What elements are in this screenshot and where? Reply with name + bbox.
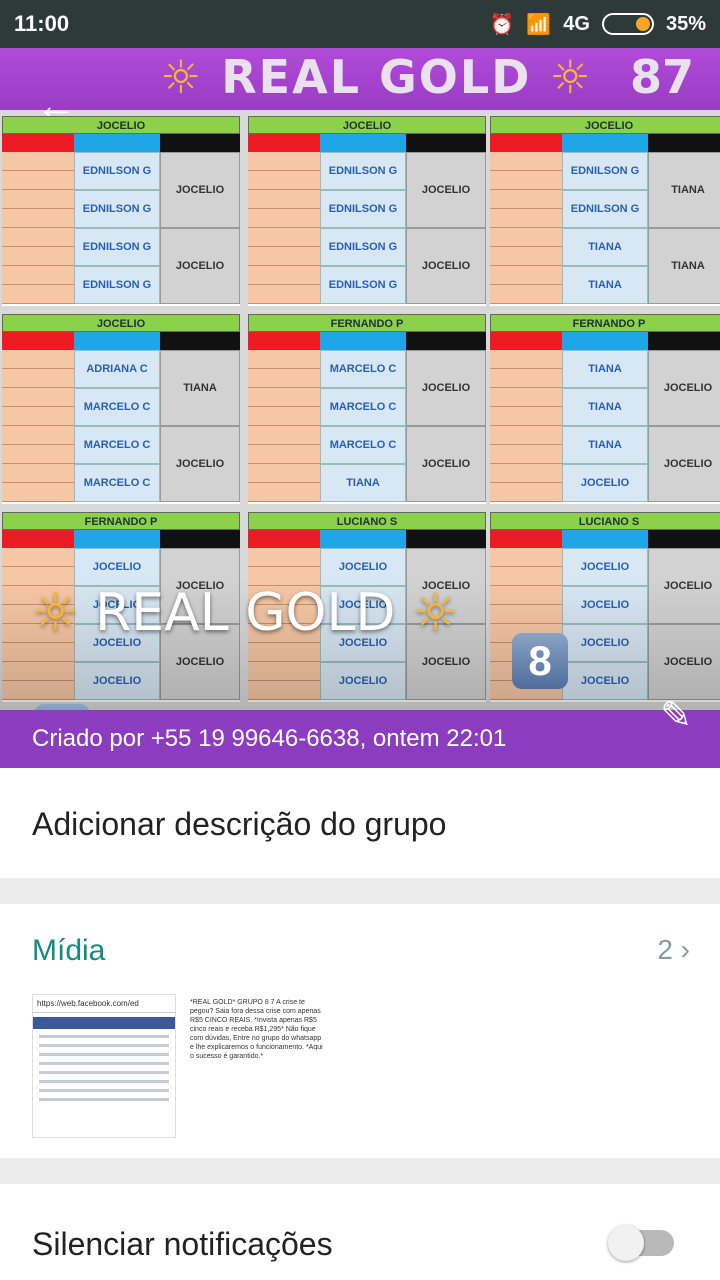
group-photo[interactable]: ☼ REAL GOLD ☼ 87 ← JOCELIO EDNILSON G EDNI… xyxy=(0,48,720,768)
mute-notifications-label: Silenciar notificações xyxy=(32,1226,333,1262)
block-cell: EDNILSON G xyxy=(74,152,160,190)
block-name: TIANA xyxy=(648,152,720,228)
block-cell: EDNILSON G xyxy=(74,266,160,304)
media-count[interactable]: 2 › xyxy=(657,934,690,966)
wifi-icon: 📶 xyxy=(526,13,552,36)
block-cell: MARCELO C xyxy=(320,426,406,464)
keycap-8-icon: 8 xyxy=(512,633,568,689)
block-name: JOCELIO xyxy=(648,350,720,426)
status-icons: ⏰ 📶 4G 35% xyxy=(489,12,706,37)
block-name: TIANA xyxy=(648,228,720,304)
block-header: JOCELIO xyxy=(490,116,720,134)
block-cell: EDNILSON G xyxy=(320,152,406,190)
schedule-block: JOCELIO EDNILSON G EDNILSON G EDNILSON G EDN… xyxy=(248,116,486,306)
media-thumbnail[interactable]: *REAL GOLD* GRUPO 8 7 A crise te pegou? … xyxy=(186,994,330,1138)
block-cell: JOCELIO xyxy=(562,464,648,502)
block-name: JOCELIO xyxy=(648,426,720,502)
block-name: JOCELIO xyxy=(160,426,240,502)
thumbnail-url: https://web.facebook.com/ed xyxy=(33,995,175,1013)
block-name: JOCELIO xyxy=(406,228,486,304)
battery-level: 35% xyxy=(665,12,706,35)
thumbnail-text: *REAL GOLD* GRUPO 8 7 A crise te pegou? … xyxy=(190,999,323,1060)
add-description-label: Adicionar descrição do grupo xyxy=(32,806,447,842)
block-cell: EDNILSON G xyxy=(74,190,160,228)
block-header: JOCELIO xyxy=(2,314,240,332)
block-cell: EDNILSON G xyxy=(562,190,648,228)
block-header: JOCELIO xyxy=(248,116,486,134)
block-name: TIANA xyxy=(160,350,240,426)
block-cell: TIANA xyxy=(562,350,648,388)
block-cell: EDNILSON G xyxy=(320,228,406,266)
block-name: JOCELIO xyxy=(406,350,486,426)
banner-title: ☼ REAL GOLD ☼ xyxy=(160,50,593,104)
add-description-row[interactable]: Adicionar descrição do grupo xyxy=(0,768,720,878)
photo-banner: ☼ REAL GOLD ☼ 87 xyxy=(0,48,720,110)
block-cell: MARCELO C xyxy=(74,426,160,464)
battery-icon xyxy=(601,13,654,35)
block-cell: TIANA xyxy=(562,228,648,266)
block-cell: EDNILSON G xyxy=(320,266,406,304)
block-header: FERNANDO P xyxy=(248,314,486,332)
block-cell: TIANA xyxy=(320,464,406,502)
alarm-icon: ⏰ xyxy=(489,13,515,36)
mute-notifications-row[interactable]: Silenciar notificações xyxy=(0,1184,720,1280)
block-header: FERNANDO P xyxy=(490,314,720,332)
group-name: ☼ REAL GOLD ☼ xyxy=(32,583,459,643)
block-name: JOCELIO xyxy=(160,152,240,228)
block-header: JOCELIO xyxy=(2,116,240,134)
block-header: LUCIANO S xyxy=(490,512,720,530)
schedule-block: FERNANDO P MARCELO C MARCELO C MARCELO C TIA… xyxy=(248,314,486,504)
media-title: Mídia xyxy=(32,934,106,967)
block-cell: MARCELO C xyxy=(74,464,160,502)
block-cell: EDNILSON G xyxy=(562,152,648,190)
edit-pencil-icon[interactable]: ✎ xyxy=(660,693,692,738)
block-name: JOCELIO xyxy=(406,152,486,228)
block-cell: TIANA xyxy=(562,426,648,464)
block-cell: MARCELO C xyxy=(320,388,406,426)
block-cell: MARCELO C xyxy=(74,388,160,426)
block-cell: MARCELO C xyxy=(320,350,406,388)
banner-number: 87 xyxy=(629,50,694,104)
block-header: LUCIANO S xyxy=(248,512,486,530)
schedule-block: JOCELIO ADRIANA C MARCELO C MARCELO C MARCEL… xyxy=(2,314,240,504)
block-cell: EDNILSON G xyxy=(74,228,160,266)
created-by-text: Criado por +55 19 99646-6638, ontem 22:0… xyxy=(0,710,720,768)
block-cell: TIANA xyxy=(562,388,648,426)
media-section[interactable]: Mídia 2 › https://web.facebook.com/ed *R… xyxy=(0,904,720,1158)
status-bar: 11:00 ⏰ 📶 4G 35% xyxy=(0,0,720,48)
block-cell: ADRIANA C xyxy=(74,350,160,388)
network-label: 4G xyxy=(563,12,590,35)
mute-toggle[interactable] xyxy=(608,1225,674,1261)
block-header: FERNANDO P xyxy=(2,512,240,530)
facebook-bar xyxy=(33,1017,175,1029)
media-thumbnail[interactable]: https://web.facebook.com/ed xyxy=(32,994,176,1138)
schedule-block: JOCELIO EDNILSON G EDNILSON G EDNILSON G EDN… xyxy=(2,116,240,306)
block-cell: EDNILSON G xyxy=(320,190,406,228)
block-cell: TIANA xyxy=(562,266,648,304)
block-name: JOCELIO xyxy=(406,426,486,502)
chevron-right-icon: › xyxy=(680,934,690,965)
block-name: JOCELIO xyxy=(160,228,240,304)
schedule-block: FERNANDO P TIANA TIANA TIANA JOCELIO JOCELIO J… xyxy=(490,314,720,504)
schedule-block: JOCELIO EDNILSON G EDNILSON G TIANA TIANA TIA… xyxy=(490,116,720,306)
status-time: 11:00 xyxy=(14,11,70,36)
